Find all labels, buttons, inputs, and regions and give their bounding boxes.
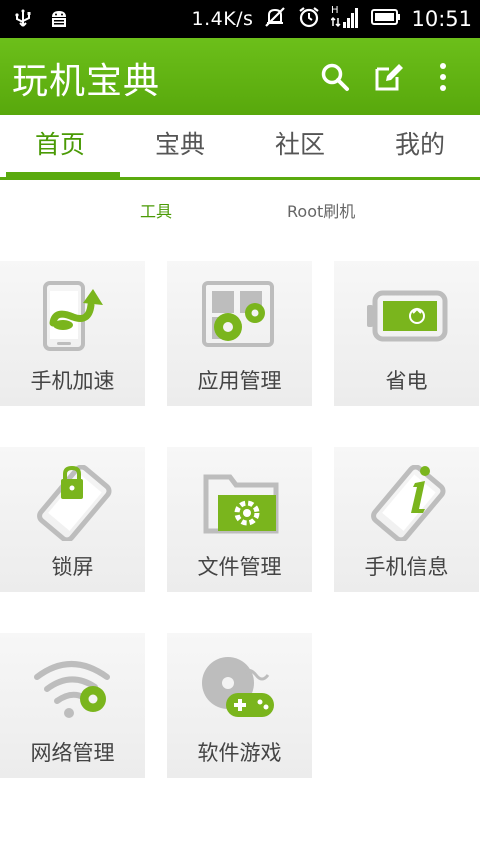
phone-speedup-icon [0,275,145,359]
edit-icon [375,64,403,91]
usb-icon [14,9,32,33]
tool-phone-speedup[interactable]: 手机加速 [0,261,145,406]
games-icon [167,647,312,731]
battery-icon [371,8,401,30]
phone-info-icon [334,461,479,545]
tab-home[interactable]: 首页 [0,115,120,179]
status-bar: 1.4K/s H 10:51 [0,0,480,38]
sub-tabs: 工具 Root刷机 [0,198,480,222]
tool-label: 软件游戏 [197,741,282,765]
network-manage-icon [0,647,145,731]
subtab-tools[interactable]: 工具 [140,198,172,222]
lock-screen-icon [0,461,145,545]
tool-lock-screen[interactable]: 锁屏 [0,447,145,592]
tool-app-manage[interactable]: 应用管理 [167,261,312,406]
tool-label: 网络管理 [30,741,115,765]
android-debug-icon [48,8,70,34]
tool-label: 应用管理 [197,369,282,393]
more-vert-icon [440,63,446,91]
file-manage-icon [167,461,312,545]
tool-label: 锁屏 [51,555,94,579]
tab-mine[interactable]: 我的 [360,115,480,177]
battery-saver-icon [334,275,479,359]
signal-icon: H [330,4,361,34]
tool-phone-info[interactable]: 手机信息 [334,447,479,592]
overflow-menu-button[interactable] [426,60,460,94]
main-tabs: 首页 宝典 社区 我的 [0,115,480,180]
subtab-root-flash[interactable]: Root刷机 [287,198,355,222]
tool-games[interactable]: 软件游戏 [167,633,312,778]
tool-battery-saver[interactable]: 省电 [334,261,479,406]
tool-label: 省电 [385,369,428,393]
tool-network-manage[interactable]: 网络管理 [0,633,145,778]
svg-text:H: H [331,5,339,16]
alarm-icon [297,5,321,33]
notifications-off-icon [263,5,287,33]
tool-label: 手机信息 [364,555,449,579]
edit-button[interactable] [372,60,406,94]
app-title: 玩机宝典 [12,61,161,102]
tool-file-manage[interactable]: 文件管理 [167,447,312,592]
tab-guide[interactable]: 宝典 [120,115,240,177]
search-button[interactable] [318,60,352,94]
network-speed: 1.4K/s [191,8,254,30]
app-bar: 玩机宝典 [0,38,480,115]
tab-community[interactable]: 社区 [240,115,360,177]
search-icon [321,63,349,91]
clock: 10:51 [411,7,472,31]
app-manage-icon [167,275,312,359]
tool-label: 文件管理 [197,555,282,579]
tool-label: 手机加速 [30,369,115,393]
